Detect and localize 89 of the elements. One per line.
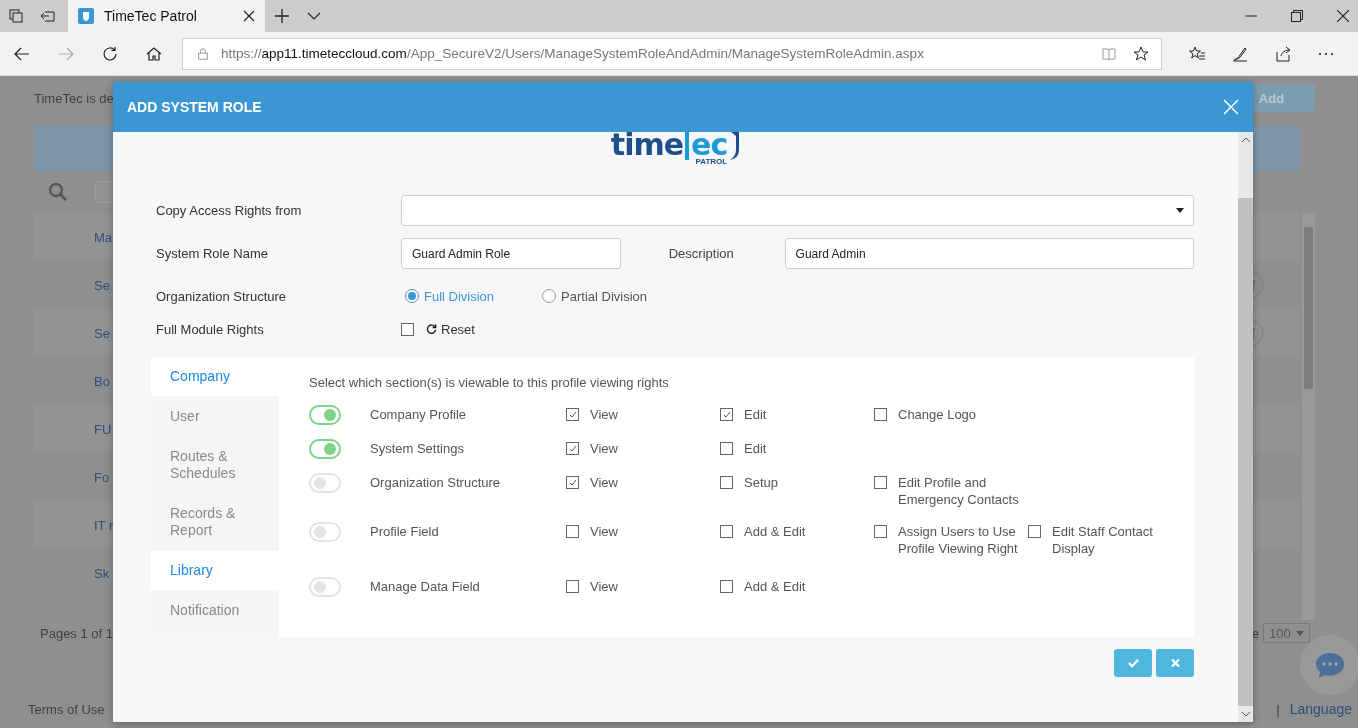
checkbox[interactable] bbox=[874, 408, 887, 421]
toggle-switch[interactable] bbox=[309, 577, 341, 597]
scrollbar[interactable] bbox=[1302, 213, 1315, 620]
scrollbar[interactable] bbox=[1238, 132, 1253, 722]
check-icon bbox=[567, 443, 578, 454]
intro-text: TimeTec is de bbox=[34, 90, 114, 106]
section-name: Organization Structure bbox=[370, 474, 502, 491]
check-icon bbox=[567, 409, 578, 420]
new-tab-icon[interactable] bbox=[274, 8, 290, 24]
field-label: Organization Structure bbox=[156, 288, 288, 304]
side-tab[interactable]: Library bbox=[151, 551, 279, 590]
description-field[interactable]: Guard Admin bbox=[784, 238, 1194, 269]
checkbox-option[interactable]: Edit bbox=[720, 406, 874, 423]
checkbox[interactable] bbox=[720, 408, 733, 421]
favorites-icon[interactable] bbox=[1189, 45, 1205, 62]
radio-button[interactable] bbox=[405, 289, 419, 303]
checkbox-option[interactable]: View bbox=[566, 523, 720, 540]
close-icon[interactable] bbox=[1337, 10, 1349, 22]
browser-tab[interactable]: TimeTec Patrol bbox=[68, 0, 265, 32]
set-aside-tabs-icon[interactable] bbox=[40, 8, 56, 24]
section-name: System Settings bbox=[370, 440, 465, 457]
shield-icon bbox=[729, 132, 740, 160]
checkbox-option[interactable]: Edit Staff Contact Display bbox=[1028, 523, 1182, 557]
section-name: Profile Field bbox=[370, 523, 440, 540]
section-name: Manage Data Field bbox=[370, 578, 481, 595]
logo-bar-icon bbox=[685, 132, 690, 160]
instruction-text: Select which section(s) is viewable to this profile viewing rights bbox=[309, 375, 670, 390]
checkbox[interactable] bbox=[401, 323, 414, 336]
check-icon bbox=[1127, 658, 1139, 668]
restore-icon[interactable] bbox=[1291, 10, 1303, 22]
checkbox[interactable] bbox=[874, 525, 887, 538]
refresh-icon[interactable] bbox=[102, 45, 118, 62]
scroll-up-icon[interactable] bbox=[1240, 137, 1251, 143]
checkbox-option[interactable]: Change Logo bbox=[874, 406, 1028, 423]
scroll-down-icon[interactable] bbox=[1240, 711, 1251, 717]
shield-icon bbox=[78, 8, 94, 24]
checkbox-option[interactable]: Assign Users to Use Profile Viewing Right bbox=[874, 523, 1028, 557]
field-label: Copy Access Rights from bbox=[156, 203, 303, 218]
toggle-switch[interactable] bbox=[309, 473, 341, 493]
checkbox-option[interactable]: View bbox=[566, 440, 720, 457]
close-icon[interactable] bbox=[243, 10, 255, 22]
checkbox-option[interactable]: Add & Edit bbox=[720, 578, 874, 595]
side-tab[interactable]: Company bbox=[151, 357, 279, 396]
star-icon[interactable] bbox=[1133, 45, 1149, 62]
checkbox[interactable] bbox=[1028, 525, 1041, 538]
field-label: Full Module Rights bbox=[156, 322, 265, 337]
pager-text: Pages 1 of 1 bbox=[40, 625, 113, 641]
field-label: Description bbox=[668, 246, 735, 261]
checkbox-option[interactable]: View bbox=[566, 578, 720, 595]
checkbox-option[interactable]: Edit Profile and Emergency Contacts bbox=[874, 474, 1028, 508]
checkbox-option[interactable]: Setup bbox=[720, 474, 874, 491]
checkbox[interactable] bbox=[720, 580, 733, 593]
checkbox[interactable] bbox=[720, 442, 733, 455]
checkbox[interactable] bbox=[720, 525, 733, 538]
section-name: Company Profile bbox=[370, 406, 468, 423]
close-icon bbox=[1169, 658, 1181, 668]
check-icon bbox=[567, 477, 578, 488]
radio-button[interactable] bbox=[542, 289, 557, 303]
checkbox-option[interactable]: Edit bbox=[720, 440, 874, 457]
check-icon bbox=[721, 409, 732, 420]
lock-icon bbox=[197, 47, 209, 60]
checkbox[interactable] bbox=[566, 442, 579, 455]
refresh-icon bbox=[426, 324, 437, 335]
field-label: System Role Name bbox=[156, 246, 269, 261]
role-name-field[interactable]: Guard Admin Role bbox=[401, 238, 621, 269]
caret-icon bbox=[1296, 630, 1304, 636]
address-field[interactable]: https://app11.timeteccloud.com/App_SecureV2/Users/ManageSystemRoleAndAdmin/ManageSystemRoleAdmin.aspx bbox=[182, 37, 1162, 70]
radio-option[interactable]: Partial Division bbox=[542, 288, 648, 304]
checkbox[interactable] bbox=[566, 408, 579, 421]
toggle-switch[interactable] bbox=[309, 405, 341, 425]
back-icon[interactable] bbox=[14, 45, 30, 62]
checkbox[interactable] bbox=[874, 476, 887, 489]
toggle-switch[interactable] bbox=[309, 522, 341, 542]
home-icon[interactable] bbox=[146, 45, 162, 62]
tab-actions-icon[interactable] bbox=[8, 8, 24, 24]
checkbox[interactable] bbox=[566, 525, 579, 538]
reset-button[interactable]: Reset bbox=[426, 322, 475, 337]
checkbox-option[interactable]: View bbox=[566, 406, 720, 423]
share-icon[interactable] bbox=[1275, 45, 1291, 62]
footer-separator: | bbox=[1276, 701, 1280, 717]
checkbox-option[interactable]: View bbox=[566, 474, 720, 491]
toggle-switch[interactable] bbox=[309, 439, 341, 459]
checkbox[interactable] bbox=[720, 476, 733, 489]
dialog-title: ADD SYSTEM ROLE bbox=[127, 99, 262, 115]
chat-icon bbox=[1315, 651, 1345, 679]
checkbox[interactable] bbox=[566, 580, 579, 593]
checkbox-option[interactable]: Add & Edit bbox=[720, 523, 874, 540]
checkbox[interactable] bbox=[566, 476, 579, 489]
pen-icon[interactable] bbox=[1232, 45, 1248, 62]
